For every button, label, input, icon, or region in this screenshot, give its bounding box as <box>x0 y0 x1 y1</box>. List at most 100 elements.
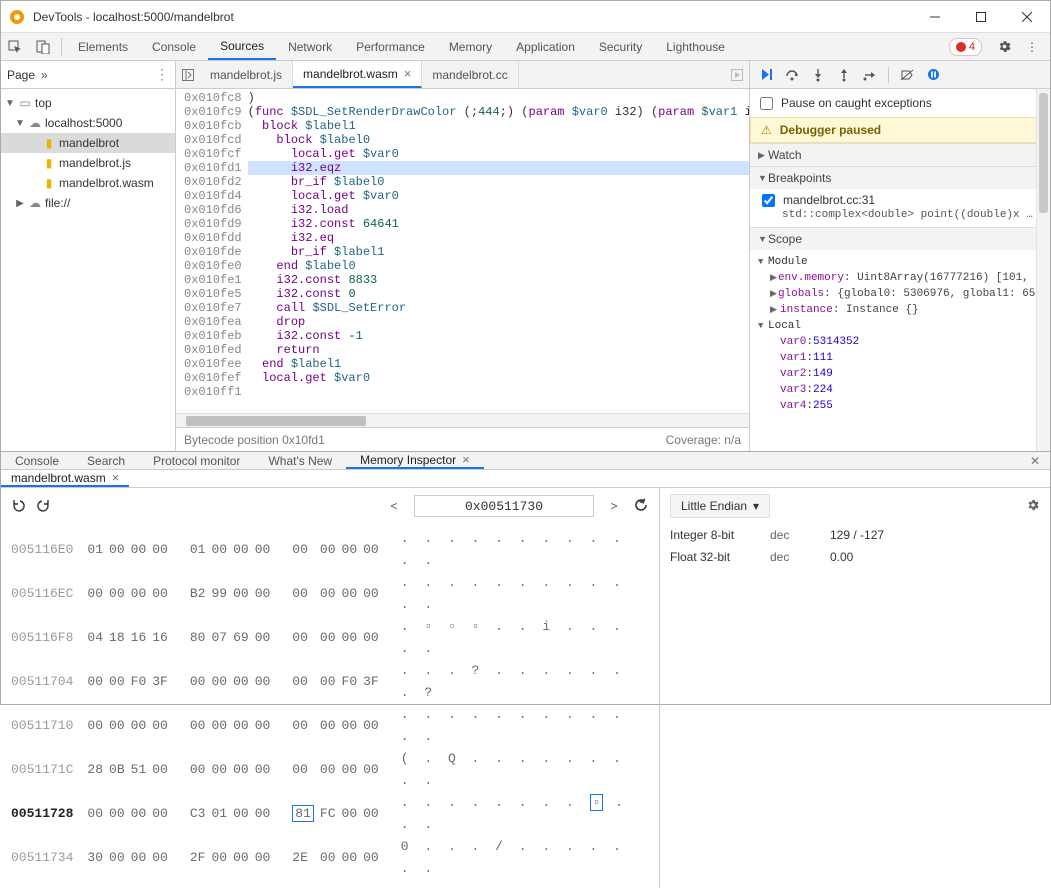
scrollbar-thumb[interactable] <box>1039 93 1048 213</box>
code-gutter: 0x010fc8 0x010fc9 0x010fcb 0x010fcd 0x01… <box>176 89 248 413</box>
close-icon[interactable]: × <box>462 452 470 467</box>
drawer-tab-protocol-monitor[interactable]: Protocol monitor <box>139 452 254 469</box>
editor-pane: mandelbrot.jsmandelbrot.wasm×mandelbrot.… <box>176 61 750 451</box>
step-over-icon[interactable] <box>782 65 802 85</box>
drawer-tab-search[interactable]: Search <box>73 452 139 469</box>
code-lines: ) (func $SDL_SetRenderDrawColor (;444;) … <box>248 89 749 413</box>
device-toolbar-icon[interactable] <box>29 34 57 60</box>
pause-on-exceptions-icon[interactable] <box>923 65 943 85</box>
window-titlebar: DevTools - localhost:5000/mandelbrot <box>1 1 1050 33</box>
bytecode-position: Bytecode position 0x10fd1 <box>184 433 325 447</box>
debugger-toolbar <box>750 61 1050 89</box>
drawer: ConsoleSearchProtocol monitorWhat's NewM… <box>1 451 1050 704</box>
value-interpretations: Integer 8-bitdec129 / -127Float 32-bitde… <box>660 524 1050 568</box>
warning-icon: ⚠ <box>761 123 772 137</box>
window-title: DevTools - localhost:5000/mandelbrot <box>33 10 912 24</box>
page-tab-label[interactable]: Page <box>7 68 35 82</box>
panel-tab-sources[interactable]: Sources <box>208 33 276 60</box>
panel-tab-application[interactable]: Application <box>504 33 587 60</box>
memory-inspector-filetabs: mandelbrot.wasm × <box>1 470 1050 488</box>
panel-tab-console[interactable]: Console <box>140 33 208 60</box>
file-tree-item[interactable]: ▼top <box>1 93 175 113</box>
scope-section-header[interactable]: ▼Scope <box>750 228 1050 250</box>
panel-tab-lighthouse[interactable]: Lighthouse <box>654 33 737 60</box>
scrollbar-thumb[interactable] <box>186 416 366 426</box>
memory-inspector-file-tab[interactable]: mandelbrot.wasm × <box>1 470 129 487</box>
toolbar-divider <box>888 67 889 83</box>
gear-icon[interactable] <box>1026 498 1040 515</box>
pause-caught-label: Pause on caught exceptions <box>781 96 932 110</box>
drawer-close-icon[interactable]: ✕ <box>1020 454 1050 468</box>
pause-caught-row: Pause on caught exceptions <box>750 89 1050 117</box>
file-tree-item[interactable]: mandelbrot.wasm <box>1 173 175 193</box>
devtools-icon <box>9 9 25 25</box>
deactivate-breakpoints-icon[interactable] <box>897 65 917 85</box>
editor-horizontal-scrollbar[interactable] <box>176 413 749 427</box>
file-tree-item[interactable]: ▶file:// <box>1 193 175 213</box>
panel-tab-network[interactable]: Network <box>276 33 344 60</box>
file-tree[interactable]: ▼top▼localhost:5000mandelbrotmandelbrot.… <box>1 89 175 451</box>
addr-next-icon[interactable]: > <box>602 499 626 513</box>
file-tree-item[interactable]: ▼localhost:5000 <box>1 113 175 133</box>
editor-file-tab[interactable]: mandelbrot.js <box>200 61 293 88</box>
history-fwd-icon[interactable] <box>37 498 55 515</box>
breakpoint-file: mandelbrot.cc:31 <box>783 193 875 207</box>
coverage-status: Coverage: n/a <box>666 433 741 447</box>
nav-more-tabs-icon[interactable]: » <box>41 68 48 82</box>
editor-nav-toggle-icon[interactable] <box>176 61 200 88</box>
editor-file-tab[interactable]: mandelbrot.wasm× <box>293 61 422 88</box>
chevron-down-icon: ▾ <box>753 499 759 513</box>
panel-tab-memory[interactable]: Memory <box>437 33 504 60</box>
window-close-button[interactable] <box>1004 1 1050 32</box>
panel-tab-security[interactable]: Security <box>587 33 654 60</box>
kebab-menu-icon[interactable]: ⋮ <box>1018 34 1046 60</box>
editor-run-snippet-icon[interactable] <box>725 61 749 88</box>
editor-statusbar: Bytecode position 0x10fd1 Coverage: n/a <box>176 427 749 451</box>
error-badge[interactable]: 4 <box>949 38 982 56</box>
settings-icon[interactable] <box>990 34 1018 60</box>
drawer-tab-memory-inspector[interactable]: Memory Inspector× <box>346 452 484 469</box>
drawer-tab-what's-new[interactable]: What's New <box>254 452 346 469</box>
editor-tabs: mandelbrot.jsmandelbrot.wasm×mandelbrot.… <box>176 61 749 89</box>
navigator-header: Page » ⋮ <box>1 61 175 89</box>
code-editor[interactable]: 0x010fc8 0x010fc9 0x010fcb 0x010fcd 0x01… <box>176 89 749 413</box>
scope-body: ▼Module▶env.memory: Uint8Array(16777216)… <box>750 250 1050 420</box>
debugger-paused-label: Debugger paused <box>780 123 881 137</box>
refresh-icon[interactable] <box>634 497 649 515</box>
drawer-tab-console[interactable]: Console <box>1 452 73 469</box>
pause-caught-checkbox[interactable] <box>760 97 773 110</box>
history-back-icon[interactable] <box>11 498 29 515</box>
memory-hex-pane: < 0x00511730 > 005116E001000000010000000… <box>1 488 660 888</box>
navigator-pane: Page » ⋮ ▼top▼localhost:5000mandelbrotma… <box>1 61 176 451</box>
file-tree-item[interactable]: mandelbrot.js <box>1 153 175 173</box>
memory-navbar: < 0x00511730 > <box>1 488 659 524</box>
address-input[interactable]: 0x00511730 <box>414 495 594 517</box>
step-into-icon[interactable] <box>808 65 828 85</box>
addr-prev-icon[interactable]: < <box>382 499 406 513</box>
step-icon[interactable] <box>860 65 880 85</box>
main-area: Page » ⋮ ▼top▼localhost:5000mandelbrotma… <box>1 61 1050 451</box>
watch-section-header[interactable]: ▶Watch <box>750 144 1050 166</box>
panel-tab-performance[interactable]: Performance <box>344 33 437 60</box>
resume-icon[interactable] <box>756 65 776 85</box>
error-count: 4 <box>969 41 975 53</box>
window-minimize-button[interactable] <box>912 1 958 32</box>
nav-kebab-icon[interactable]: ⋮ <box>155 66 169 83</box>
file-tree-item[interactable]: mandelbrot <box>1 133 175 153</box>
inspect-element-icon[interactable] <box>1 34 29 60</box>
breakpoint-detail: std::complex<double> point((double)x … <box>750 207 1050 227</box>
window-maximize-button[interactable] <box>958 1 1004 32</box>
breakpoint-item[interactable]: mandelbrot.cc:31 <box>750 189 1050 207</box>
close-icon[interactable]: × <box>112 470 120 485</box>
drawer-tabs: ConsoleSearchProtocol monitorWhat's NewM… <box>1 452 1050 470</box>
close-icon[interactable]: × <box>404 66 412 81</box>
hex-viewer[interactable]: 005116E0010000000100000000000000. . . . … <box>1 524 659 888</box>
editor-file-tab[interactable]: mandelbrot.cc <box>422 61 518 88</box>
endianness-select[interactable]: Little Endian ▾ <box>670 494 770 518</box>
breakpoint-checkbox[interactable] <box>762 194 775 207</box>
panel-tab-elements[interactable]: Elements <box>66 33 140 60</box>
debugger-pane: Pause on caught exceptions ⚠ Debugger pa… <box>750 61 1050 451</box>
step-out-icon[interactable] <box>834 65 854 85</box>
right-pane-scrollbar[interactable] <box>1036 89 1050 451</box>
breakpoints-section-header[interactable]: ▼Breakpoints <box>750 167 1050 189</box>
